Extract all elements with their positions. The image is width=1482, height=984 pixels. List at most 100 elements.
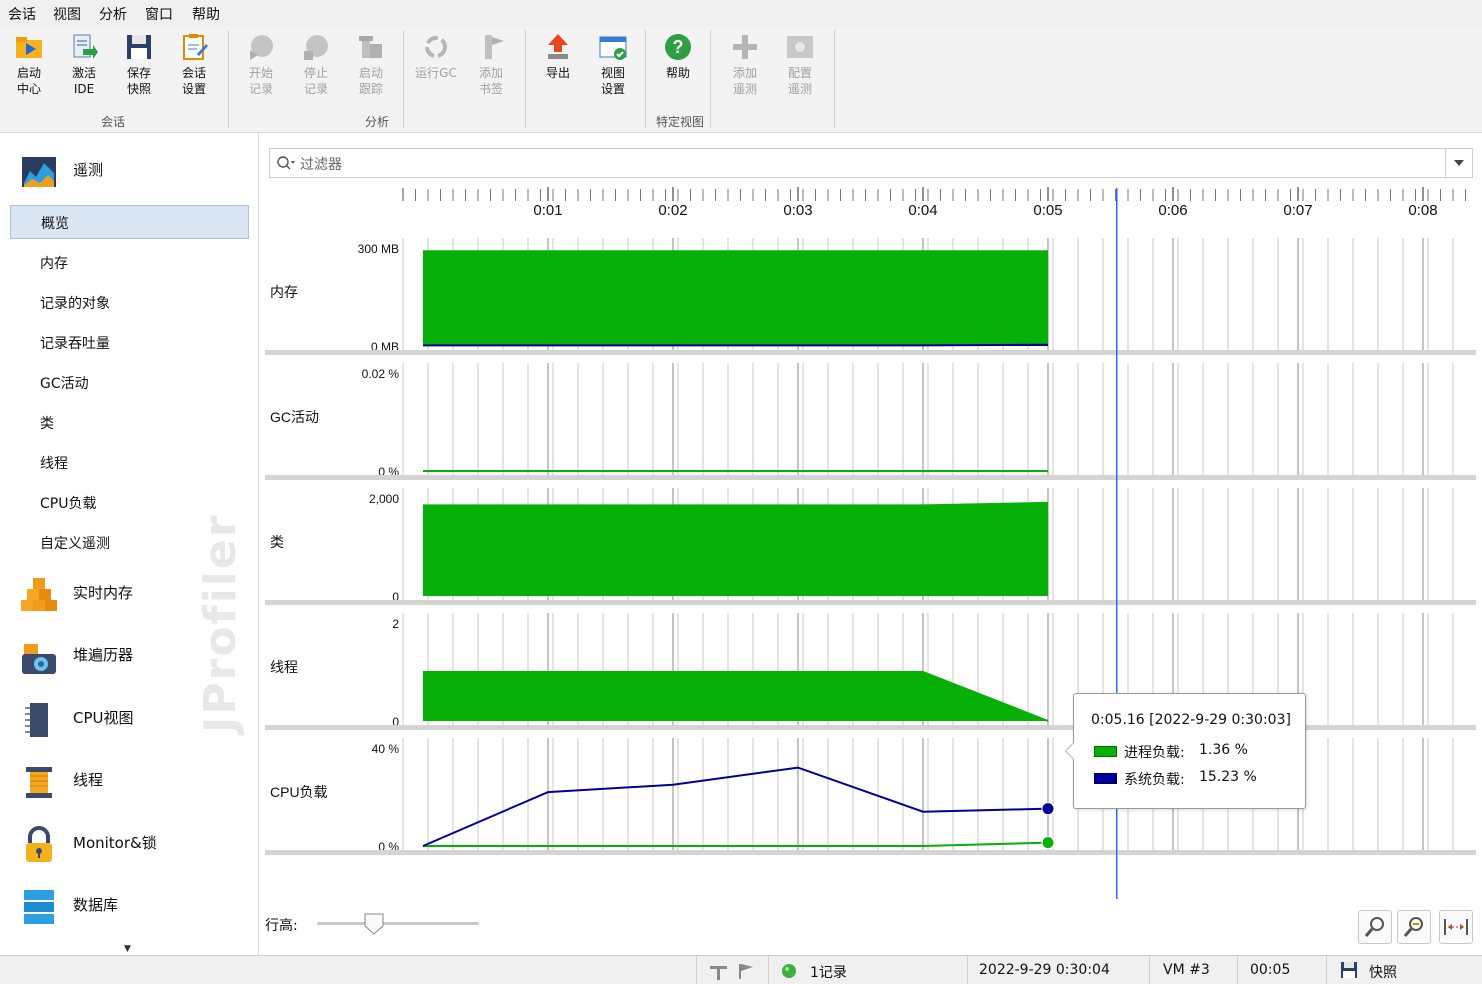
- group-label-session: 会话: [100, 115, 125, 129]
- sidebar-item-telemetry[interactable]: 遥测: [0, 145, 258, 195]
- view-settings-button[interactable]: 视图 设置: [585, 32, 641, 97]
- menu-view[interactable]: 视图: [53, 4, 81, 24]
- stop-recording-button[interactable]: 停止 记录: [288, 32, 344, 97]
- sidebar-sub-item-classes[interactable]: 类: [10, 406, 247, 438]
- status-divider: [1326, 956, 1327, 984]
- time-tick-label: 0:05: [1033, 202, 1062, 219]
- series-line: [423, 501, 1049, 507]
- zoom-out-button[interactable]: [1397, 910, 1431, 944]
- database-icon: [20, 888, 58, 926]
- start-tracking-button[interactable]: 启动 跟踪: [343, 32, 399, 97]
- fit-width-icon: [1444, 919, 1468, 935]
- sidebar-label: Monitor&锁: [73, 834, 157, 852]
- cpu-chip-icon: [20, 701, 58, 739]
- row-separator: [265, 475, 1476, 480]
- sidebar-sub-item-overview[interactable]: 概览: [10, 205, 249, 239]
- menu-help[interactable]: 帮助: [192, 4, 220, 24]
- sidebar-item-monitors-locks[interactable]: Monitor&锁: [0, 818, 258, 868]
- help-button[interactable]: ? 帮助: [650, 32, 706, 81]
- filter-dropdown-button[interactable]: [1445, 149, 1472, 177]
- sidebar-label: 数据库: [73, 896, 119, 914]
- pin-icon[interactable]: [708, 962, 728, 980]
- ribbon-separator: [228, 30, 229, 128]
- slider-thumb[interactable]: [364, 913, 384, 935]
- snapshot-label: 快照: [1369, 965, 1397, 981]
- menu-session[interactable]: 会话: [8, 4, 36, 24]
- status-divider: [1237, 956, 1238, 984]
- window-check-icon: [598, 32, 628, 62]
- filter-placeholder: 过滤器: [300, 157, 342, 173]
- status-divider: [1149, 956, 1150, 984]
- help-icon: ?: [663, 32, 693, 62]
- time-tick-label: 0:06: [1158, 202, 1187, 219]
- sidebar-sub-item-recorded-objects[interactable]: 记录的对象: [10, 286, 247, 318]
- flag-icon[interactable]: [736, 962, 756, 980]
- run-gc-button[interactable]: 运行GC: [408, 32, 464, 81]
- search-icon: [277, 156, 295, 170]
- sidebar-item-threads[interactable]: 线程: [0, 755, 258, 805]
- sidebar-sub-item-threads[interactable]: 线程: [10, 446, 247, 478]
- tooltip-pointer-fill: [1066, 743, 1074, 759]
- plus-icon: [730, 32, 760, 62]
- status-divider: [768, 956, 769, 984]
- svg-text:?: ?: [673, 37, 684, 57]
- status-divider: [967, 956, 968, 984]
- zoom-out-icon: [1403, 917, 1423, 937]
- configure-telemetry-button[interactable]: 配置 遥测: [772, 32, 828, 97]
- start-recording-button[interactable]: 开始 记录: [233, 32, 289, 97]
- sidebar-item-databases[interactable]: 数据库: [0, 880, 258, 930]
- start-center-button[interactable]: 启动 中心: [1, 32, 57, 97]
- series-line: [423, 343, 1049, 347]
- row-separator: [265, 350, 1476, 355]
- series-area: [423, 251, 1048, 346]
- sidebar-label: 堆遍历器: [73, 646, 134, 664]
- sidebar-label: 线程: [73, 771, 104, 789]
- row-height-slider[interactable]: [317, 913, 479, 935]
- recording-status-icon: [782, 964, 796, 978]
- clipboard-edit-icon: [179, 32, 209, 62]
- time-tick-label: 0:03: [783, 202, 812, 219]
- save-snapshot-button[interactable]: 保存 快照: [111, 32, 167, 97]
- zoom-in-button[interactable]: [1358, 910, 1392, 944]
- thread-spool-icon: [20, 763, 58, 801]
- camera-icon: [20, 638, 58, 676]
- row-height-label: 行高:: [265, 918, 298, 934]
- series-area: [423, 502, 1048, 596]
- add-bookmark-button[interactable]: 添加 书签: [463, 32, 519, 97]
- snapshot-disk-icon: [1341, 962, 1357, 978]
- menu-analyze[interactable]: 分析: [99, 4, 127, 24]
- row-label: 内存: [270, 284, 298, 300]
- status-bar: 1记录 2022-9-29 0:30:04 VM #3 00:05 快照: [0, 955, 1482, 984]
- add-telemetry-button[interactable]: 添加 遥测: [717, 32, 773, 97]
- status-datetime: 2022-9-29 0:30:04: [979, 962, 1110, 978]
- tracking-icon: [356, 32, 386, 62]
- sidebar-sub-item-recording-throughput[interactable]: 记录吞吐量: [10, 326, 247, 358]
- sidebar-sub-item-gc-activity[interactable]: GC活动: [10, 366, 247, 398]
- y-max-label: 40 %: [372, 742, 400, 756]
- record-start-icon: [246, 32, 276, 62]
- export-button[interactable]: 导出: [530, 32, 586, 81]
- row-label: GC活动: [270, 409, 319, 425]
- sidebar-sub-item-memory[interactable]: 内存: [10, 246, 247, 278]
- export-arrow-icon: [543, 32, 573, 62]
- elapsed-time: 00:05: [1250, 962, 1291, 978]
- scroll-down-icon[interactable]: ▼: [124, 944, 131, 954]
- menu-window[interactable]: 窗口: [145, 4, 173, 24]
- row-separator: [265, 850, 1476, 855]
- series-line: [422, 766, 1049, 847]
- sidebar: 遥测 概览 内存 记录的对象 记录吞吐量 GC活动 类 线程 CPU负载 自定义…: [0, 133, 259, 955]
- series-endpoint: [1041, 802, 1055, 816]
- vm-id: VM #3: [1163, 962, 1210, 978]
- time-tick-label: 0:01: [533, 202, 562, 219]
- sidebar-label: 遥测: [73, 161, 104, 179]
- folder-play-icon: [14, 32, 44, 62]
- record-stop-icon: [301, 32, 331, 62]
- fit-to-window-button[interactable]: [1439, 910, 1473, 944]
- activate-ide-button[interactable]: 激活 IDE: [56, 32, 112, 97]
- cubes-icon: [20, 576, 58, 614]
- session-settings-button[interactable]: 会话 设置: [166, 32, 222, 97]
- filter-box[interactable]: 过滤器: [269, 148, 1473, 178]
- status-divider: [696, 956, 697, 984]
- series-line: [423, 841, 1049, 847]
- process-load-swatch: [1094, 746, 1117, 757]
